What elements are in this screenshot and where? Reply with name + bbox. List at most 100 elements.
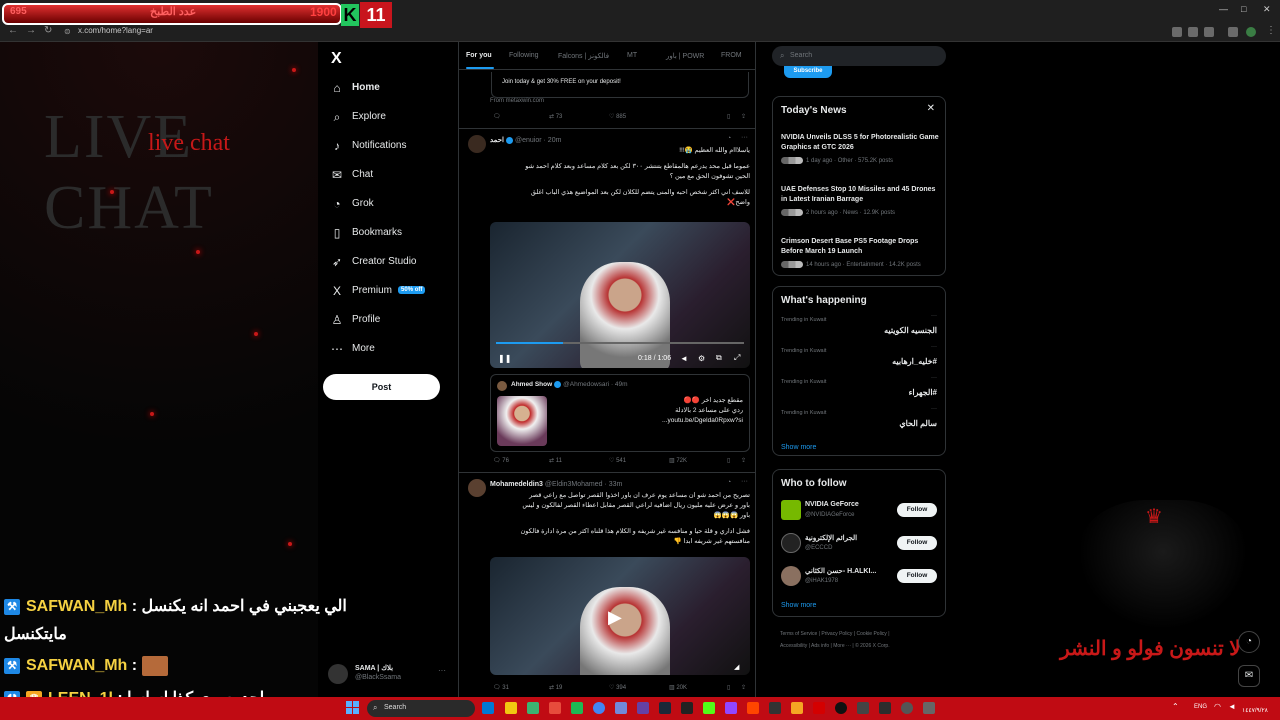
ad-source[interactable]: From metaxwin.com — [490, 98, 544, 104]
tab-powr[interactable]: باور | POWR — [666, 52, 704, 60]
video-progress-bar[interactable] — [496, 342, 744, 344]
more-dots-icon[interactable]: ··· — [931, 375, 937, 381]
post-author[interactable]: احمد @enuior · 20m — [490, 136, 561, 144]
views-button[interactable]: ▥ 72K — [669, 457, 687, 464]
app-icon[interactable] — [549, 702, 561, 714]
language-indicator[interactable]: ENG — [1194, 704, 1207, 710]
follow-name[interactable]: NVIDIA GeForce — [805, 501, 859, 508]
tab-falcons[interactable]: Falcons | فالكونز — [558, 52, 609, 60]
sidebar-item-home[interactable]: ⌂ Home — [330, 78, 458, 102]
play-icon[interactable]: ▶ — [608, 607, 622, 628]
repost-button[interactable]: ⇄ 19 — [549, 684, 562, 691]
account-switcher[interactable]: SAMA | بلاك @BlackSsama ··· — [328, 662, 448, 686]
more-dots-icon[interactable]: ··· — [438, 666, 446, 675]
taskbar-search[interactable]: ⌕ Search — [367, 700, 475, 717]
post-button[interactable]: Post — [323, 374, 440, 400]
sidebar-item-notifications[interactable]: ♪ Notifications — [330, 136, 458, 160]
tab-for-you[interactable]: For you — [466, 52, 492, 59]
app-icon[interactable] — [527, 702, 539, 714]
sidebar-item-grok[interactable]: ◔ Grok — [330, 194, 458, 218]
show-more-link[interactable]: Show more — [781, 602, 816, 609]
app-icon[interactable] — [857, 702, 869, 714]
subscribe-button[interactable]: Subscribe — [784, 66, 832, 78]
follow-name[interactable]: الجرائم الإلكترونية — [805, 534, 857, 542]
video-player[interactable]: ❚❚ 0:18 / 1:06 ◄ ⚙ ⧉ ⤢ — [490, 222, 750, 368]
app-icon[interactable] — [813, 702, 825, 714]
sidebar-item-premium[interactable]: X Premium 50% off — [330, 281, 458, 305]
trend-item[interactable]: #الجهراء — [909, 388, 937, 397]
sidebar-item-chat[interactable]: ✉ Chat — [330, 165, 458, 189]
app-icon[interactable] — [571, 702, 583, 714]
reply-button[interactable]: 🗨 31 — [493, 684, 509, 691]
footer-link[interactable]: Ads info — [811, 643, 829, 649]
grok-icon[interactable]: ◔ — [727, 135, 731, 142]
maximize-button[interactable]: □ — [1241, 4, 1246, 14]
footer-link[interactable]: Cookie Policy — [857, 631, 887, 637]
extension-icon[interactable] — [1188, 27, 1198, 37]
close-window-button[interactable]: ✕ — [1263, 4, 1271, 15]
reply-button[interactable]: 🗨 76 — [493, 457, 509, 464]
app-icon[interactable] — [901, 702, 913, 714]
share-icon[interactable]: ⇪ — [741, 113, 746, 120]
sidebar-item-creator-studio[interactable]: ➶ Creator Studio — [330, 252, 458, 276]
clock-date[interactable]: ١٤٤٧/٩/٢٨ — [1242, 707, 1268, 714]
footer-link[interactable]: Accessibility — [780, 643, 807, 649]
app-icon[interactable] — [482, 702, 494, 714]
nvidia-logo[interactable] — [781, 500, 801, 520]
quote-link[interactable]: youtu.be/Dgelda0Rpxw?si... — [553, 416, 743, 426]
star-icon[interactable] — [1204, 27, 1214, 37]
app-icon[interactable] — [879, 702, 891, 714]
avatar[interactable] — [781, 566, 801, 586]
follow-button[interactable]: Follow — [897, 536, 937, 550]
quote-post[interactable]: Ahmed Show @Ahmedowsari · 49m مقطع جديد ا… — [490, 374, 750, 452]
app-icon[interactable] — [681, 702, 693, 714]
x-logo[interactable]: X — [331, 50, 342, 68]
trend-item[interactable]: سالم الحاي — [899, 419, 937, 428]
bookmark-icon[interactable]: ▯ — [727, 113, 730, 120]
like-button[interactable]: ♡ 394 — [609, 684, 626, 691]
more-dots-icon[interactable]: ··· — [931, 313, 937, 319]
sidebar-item-bookmarks[interactable]: ▯ Bookmarks — [330, 223, 458, 247]
more-dots-icon[interactable]: ··· — [741, 134, 748, 141]
news-headline[interactable]: Crimson Desert Base PS5 Footage Drops Be… — [781, 237, 941, 257]
follow-button[interactable]: Follow — [897, 503, 937, 517]
app-icon[interactable] — [637, 702, 649, 714]
ad-card[interactable]: Join today & get 30% FREE on your deposi… — [491, 72, 749, 98]
windows-start-icon[interactable] — [346, 701, 360, 715]
repost-button[interactable]: ⇄ 73 — [549, 113, 562, 120]
close-icon[interactable]: ✕ — [927, 103, 935, 114]
tray-chevron-icon[interactable]: ⌃ — [1172, 702, 1179, 711]
share-icon[interactable]: ⇪ — [741, 684, 746, 691]
grok-icon[interactable]: ◔ — [1238, 631, 1260, 653]
avatar[interactable] — [468, 135, 486, 153]
app-icon[interactable] — [769, 702, 781, 714]
extension-icon[interactable] — [1228, 27, 1238, 37]
video-player[interactable]: ▶ ◢ — [490, 557, 750, 675]
volume-icon[interactable]: ◄ — [680, 354, 688, 363]
news-headline[interactable]: UAE Defenses Stop 10 Missiles and 45 Dro… — [781, 185, 941, 205]
settings-icon[interactable]: ⚙ — [698, 354, 705, 363]
tab-mt[interactable]: MT — [627, 52, 637, 59]
sidebar-item-profile[interactable]: ♙ Profile — [330, 310, 458, 334]
sidebar-item-more[interactable]: ⋯ More — [330, 339, 458, 363]
minimize-button[interactable]: — — [1219, 4, 1228, 14]
kick-icon[interactable] — [703, 702, 715, 714]
profile-avatar-icon[interactable] — [1246, 27, 1256, 37]
more-dots-icon[interactable]: ··· — [931, 344, 937, 350]
more-dots-icon[interactable]: ··· — [741, 478, 748, 485]
steam-icon[interactable] — [659, 702, 671, 714]
tab-following[interactable]: Following — [509, 52, 539, 59]
messages-icon[interactable]: ✉ — [1238, 665, 1260, 687]
avatar[interactable] — [468, 479, 486, 497]
chrome-icon[interactable] — [593, 702, 605, 714]
footer-link[interactable]: Terms of Service — [780, 631, 817, 637]
news-headline[interactable]: NVIDIA Unveils DLSS 5 for Photorealistic… — [781, 133, 941, 153]
like-button[interactable]: ♡ 885 — [609, 113, 626, 120]
footer-link[interactable]: Privacy Policy — [821, 631, 852, 637]
reply-icon[interactable]: 🗨 — [493, 113, 501, 120]
extension-icon[interactable] — [1172, 27, 1182, 37]
share-icon[interactable]: ⇪ — [741, 457, 746, 464]
app-icon[interactable] — [923, 702, 935, 714]
twitch-icon[interactable] — [725, 702, 737, 714]
trend-item[interactable]: #خليه_ارهابيه — [892, 357, 937, 366]
